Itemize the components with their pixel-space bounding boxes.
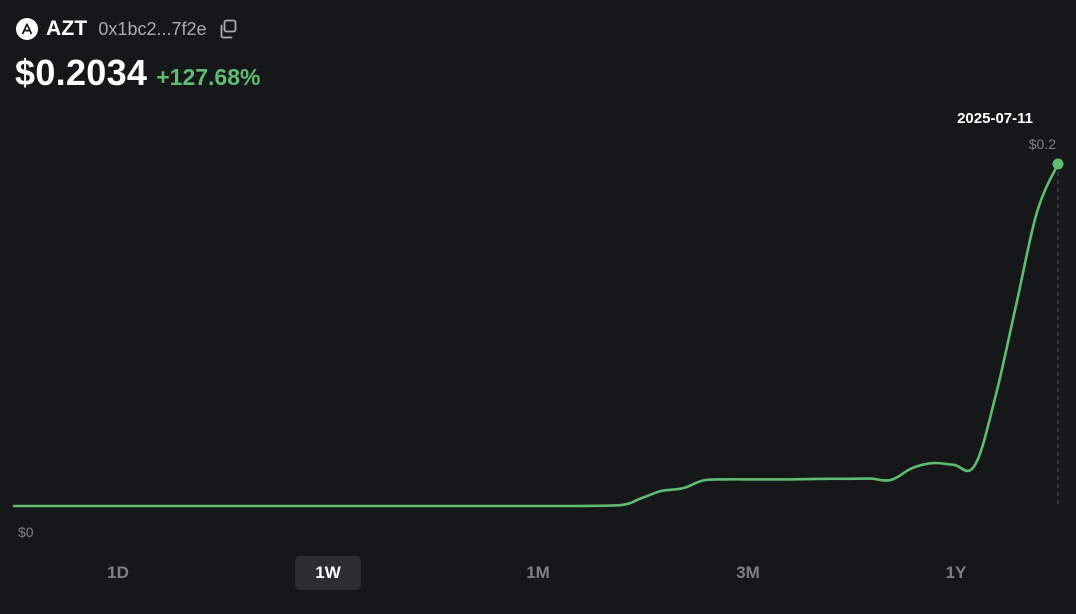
- timeframe-1y-button[interactable]: 1Y: [923, 556, 989, 590]
- hover-date-label: 2025-07-11: [957, 110, 1033, 127]
- price-chart[interactable]: 2025-07-11 $0.2 $0: [0, 0, 1076, 550]
- timeframe-1w-button[interactable]: 1W: [295, 556, 361, 590]
- price-series-line: [12, 162, 1060, 508]
- timeframe-3m-button[interactable]: 3M: [715, 556, 781, 590]
- y-axis-min-label: $0: [18, 524, 34, 540]
- latest-price-point[interactable]: [1052, 158, 1064, 170]
- timeframe-1m-button[interactable]: 1M: [505, 556, 571, 590]
- y-axis-max-label: $0.2: [1029, 136, 1056, 152]
- timeframe-1d-button[interactable]: 1D: [85, 556, 151, 590]
- timeframe-selector: 1D 1W 1M 3M 1Y: [0, 556, 1076, 590]
